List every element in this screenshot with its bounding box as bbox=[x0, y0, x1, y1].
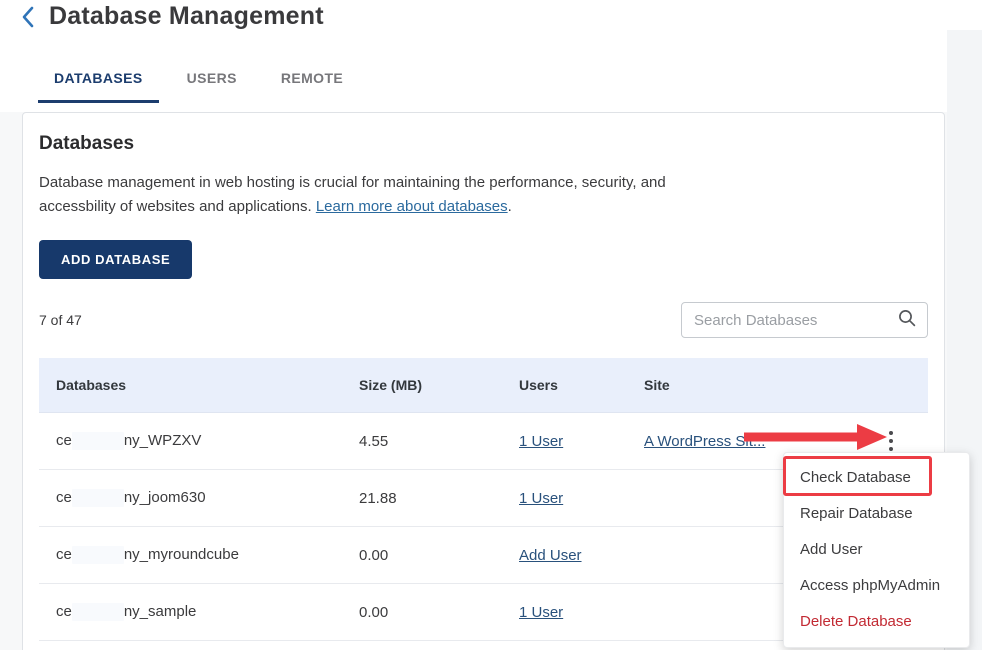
database-size: 0.00 bbox=[341, 604, 501, 621]
database-name: ce ny_joom630 bbox=[39, 489, 341, 507]
add-database-button[interactable]: ADD DATABASE bbox=[39, 240, 192, 279]
database-name: ce ny_myroundcube bbox=[39, 546, 341, 564]
database-management-page: Database Management DATABASES USERS REMO… bbox=[0, 0, 982, 650]
menu-item-check-database[interactable]: Check Database bbox=[784, 460, 969, 496]
redaction-box bbox=[72, 489, 124, 507]
col-header-databases: Databases bbox=[39, 377, 341, 393]
row-context-menu: Check Database Repair Database Add User … bbox=[783, 452, 970, 648]
db-name-suffix: ny_WPZXV bbox=[124, 432, 202, 449]
redaction-box bbox=[72, 546, 124, 564]
redaction-box bbox=[72, 432, 124, 450]
users-link[interactable]: 1 User bbox=[519, 490, 563, 507]
learn-more-link[interactable]: Learn more about databases bbox=[316, 198, 508, 215]
db-name-suffix: ny_myroundcube bbox=[124, 546, 239, 563]
tab-bar: DATABASES USERS REMOTE bbox=[38, 68, 359, 103]
menu-item-repair-database[interactable]: Repair Database bbox=[784, 496, 969, 532]
description-line2: accessbility of websites and application… bbox=[39, 198, 316, 215]
actions-cell bbox=[778, 427, 928, 455]
col-header-site: Site bbox=[626, 377, 778, 393]
panel-description: Database management in web hosting is cr… bbox=[39, 171, 928, 219]
db-name-prefix: ce bbox=[56, 432, 72, 449]
users-cell: 1 User bbox=[501, 604, 626, 621]
database-size: 0.00 bbox=[341, 547, 501, 564]
site-link[interactable]: A WordPress Sit... bbox=[644, 433, 765, 450]
list-controls: 7 of 47 bbox=[39, 302, 928, 338]
users-link[interactable]: 1 User bbox=[519, 433, 563, 450]
col-header-size: Size (MB) bbox=[341, 377, 501, 393]
menu-item-delete-database[interactable]: Delete Database bbox=[784, 604, 969, 640]
database-name: ce ny_sample bbox=[39, 603, 341, 621]
page-header: Database Management bbox=[20, 2, 324, 31]
db-name-prefix: ce bbox=[56, 489, 72, 506]
database-size: 4.55 bbox=[341, 433, 501, 450]
result-count: 7 of 47 bbox=[39, 312, 82, 328]
menu-item-access-phpmyadmin[interactable]: Access phpMyAdmin bbox=[784, 568, 969, 604]
search-input[interactable] bbox=[694, 312, 897, 329]
database-size: 21.88 bbox=[341, 490, 501, 507]
add-user-link[interactable]: Add User bbox=[519, 547, 582, 564]
kebab-menu-icon[interactable] bbox=[884, 427, 898, 455]
tab-databases[interactable]: DATABASES bbox=[38, 68, 159, 103]
users-cell: Add User bbox=[501, 547, 626, 564]
search-box bbox=[681, 302, 928, 338]
search-icon bbox=[897, 308, 917, 333]
description-suffix: . bbox=[508, 198, 512, 215]
db-name-prefix: ce bbox=[56, 603, 72, 620]
back-chevron-icon[interactable] bbox=[20, 5, 36, 29]
tab-remote[interactable]: REMOTE bbox=[265, 68, 359, 103]
db-name-prefix: ce bbox=[56, 546, 72, 563]
users-link[interactable]: 1 User bbox=[519, 604, 563, 621]
database-name: ce ny_WPZXV bbox=[39, 432, 341, 450]
panel-heading: Databases bbox=[39, 133, 928, 155]
description-line1: Database management in web hosting is cr… bbox=[39, 174, 666, 191]
table-header-row: Databases Size (MB) Users Site bbox=[39, 358, 928, 413]
db-name-suffix: ny_joom630 bbox=[124, 489, 206, 506]
db-name-suffix: ny_sample bbox=[124, 603, 197, 620]
redaction-box bbox=[72, 603, 124, 621]
col-header-users: Users bbox=[501, 377, 626, 393]
page-title: Database Management bbox=[49, 2, 324, 31]
users-cell: 1 User bbox=[501, 433, 626, 450]
users-cell: 1 User bbox=[501, 490, 626, 507]
tab-users[interactable]: USERS bbox=[171, 68, 253, 103]
menu-item-add-user[interactable]: Add User bbox=[784, 532, 969, 568]
site-cell: A WordPress Sit... bbox=[626, 433, 778, 450]
